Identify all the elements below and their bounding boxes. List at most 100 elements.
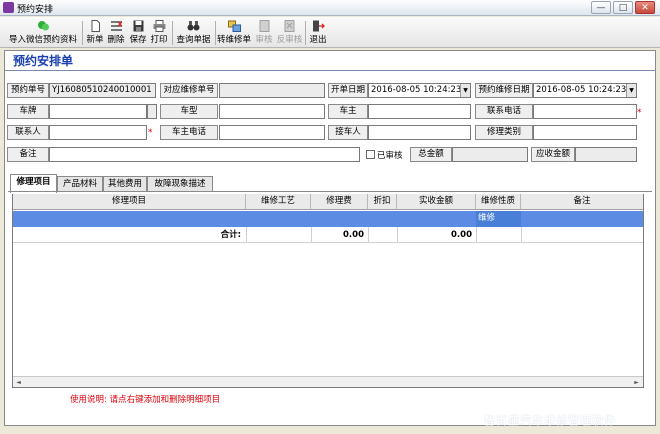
print-label: 打印 — [150, 35, 168, 45]
grid-divider — [476, 227, 477, 243]
total-amount-field[interactable] — [452, 147, 528, 162]
tab-fault-description[interactable]: 故障现象描述 — [147, 176, 213, 192]
binoculars-icon — [187, 21, 200, 31]
receivable-label: 应收金额 — [531, 147, 575, 162]
owner-input[interactable] — [368, 104, 471, 119]
plate-input[interactable] — [49, 104, 147, 119]
booking-no-label: 预约单号 — [7, 83, 49, 98]
owner-label: 车主 — [328, 104, 368, 119]
unapprove-label: 反审核 — [276, 35, 303, 45]
booking-no-field[interactable]: YJ16080510240010001 — [49, 83, 156, 98]
grid-divider — [246, 227, 247, 243]
form-title: 预约安排单 — [13, 54, 74, 68]
convert-button[interactable]: 转维修单 — [217, 20, 251, 46]
tab-other-fees[interactable]: 其他费用 — [103, 176, 147, 192]
grid-header-nature[interactable]: 维修性质 — [476, 194, 521, 210]
save-disk-icon — [133, 20, 143, 32]
booking-repair-date-label: 预约维修日期 — [475, 83, 533, 98]
title-bar: 预约安排 — □ ✕ — [0, 0, 660, 16]
new-button[interactable]: 新单 — [85, 20, 105, 46]
unapprove-button[interactable]: 反审核 — [276, 20, 303, 46]
app-icon — [3, 2, 14, 13]
grid-header-remark[interactable]: 备注 — [521, 194, 643, 210]
open-date-value: 2016-08-05 10:24:23 — [371, 85, 462, 95]
approve-button[interactable]: 审核 — [254, 20, 274, 46]
scroll-right-icon[interactable]: ► — [632, 378, 641, 387]
approved-checkbox[interactable] — [366, 150, 375, 159]
contact-input[interactable] — [49, 125, 147, 140]
save-label: 保存 — [129, 35, 147, 45]
tab-product-materials[interactable]: 产品材料 — [57, 176, 103, 192]
toolbar: 导入微信预约资料 新单 删除 保存 打印 查询单据 转维修单 审核 反审核 退出 — [0, 17, 660, 48]
booking-repair-date-picker[interactable]: 2016-08-05 10:24:23 ▼ — [533, 83, 637, 98]
required-mark: * — [637, 108, 642, 118]
open-date-picker[interactable]: 2016-08-05 10:24:23 ▼ — [368, 83, 471, 98]
toolbar-separator — [305, 21, 306, 45]
repair-no-field[interactable] — [219, 83, 325, 98]
open-date-label: 开单日期 — [328, 83, 368, 98]
plate-lookup-button[interactable] — [147, 104, 157, 119]
usage-hint: 使用说明: 请点右键添加和删除明细项目 — [70, 395, 221, 405]
scroll-left-icon[interactable]: ◄ — [14, 378, 23, 387]
grid-divider — [311, 227, 312, 243]
grid-divider — [397, 227, 398, 243]
required-mark: * — [148, 128, 153, 138]
new-label: 新单 — [86, 35, 104, 45]
total-actual-amount: 0.00 — [451, 230, 472, 240]
approve-label: 审核 — [255, 35, 273, 45]
grid-horizontal-scrollbar[interactable]: ◄ ► — [13, 376, 643, 387]
model-input[interactable] — [219, 104, 325, 119]
model-label: 车型 — [160, 104, 218, 119]
convert-icon — [227, 20, 241, 32]
new-document-icon — [91, 20, 100, 32]
contact-phone-input[interactable] — [533, 104, 637, 119]
exit-button[interactable]: 退出 — [308, 20, 328, 46]
repair-type-input[interactable] — [533, 125, 637, 140]
toolbar-separator — [172, 21, 173, 45]
printer-icon — [153, 20, 165, 32]
toolbar-separator — [82, 21, 83, 45]
grid-header-repair-fee[interactable]: 修理费 — [311, 194, 368, 210]
maximize-button[interactable]: □ — [613, 1, 633, 14]
receiver-input[interactable] — [368, 125, 471, 140]
delete-label: 删除 — [107, 35, 125, 45]
window-title: 预约安排 — [17, 5, 54, 15]
minimize-button[interactable]: — — [591, 1, 611, 14]
receiver-label: 接车人 — [328, 125, 368, 140]
tab-strip-line — [8, 191, 652, 192]
wechat-icon — [37, 21, 49, 31]
chevron-down-icon[interactable]: ▼ — [626, 84, 636, 97]
query-button[interactable]: 查询单据 — [175, 20, 212, 46]
total-row-label: 合计: — [220, 230, 241, 240]
save-button[interactable]: 保存 — [128, 20, 148, 46]
grid-cell-nature[interactable]: 维修 — [476, 211, 521, 227]
owner-phone-input[interactable] — [219, 125, 325, 140]
grid-header-discount[interactable]: 折扣 — [368, 194, 397, 210]
delete-button[interactable]: 删除 — [106, 20, 126, 46]
contact-phone-label: 联系电话 — [475, 104, 533, 119]
watermark: 智百盛汽车维修管理软件 — [484, 414, 616, 427]
repair-no-label: 对应维修单号 — [160, 83, 218, 98]
grid-header-repair-item[interactable]: 修理项目 — [13, 194, 246, 210]
close-button[interactable]: ✕ — [635, 1, 655, 14]
import-wechat-button[interactable]: 导入微信预约资料 — [7, 20, 79, 46]
total-label: 总金额 — [410, 147, 452, 162]
receivable-amount-field[interactable] — [575, 147, 637, 162]
table-row[interactable] — [13, 211, 643, 227]
print-button[interactable]: 打印 — [149, 20, 169, 46]
grid-header-process[interactable]: 维修工艺 — [246, 194, 311, 210]
booking-repair-date-value: 2016-08-05 10:24:23 — [536, 85, 627, 95]
chevron-down-icon[interactable]: ▼ — [460, 84, 470, 97]
grid-header-actual-amount[interactable]: 实收金额 — [397, 194, 476, 210]
exit-label: 退出 — [309, 35, 327, 45]
exit-door-icon — [312, 20, 325, 32]
plate-label: 车牌 — [7, 104, 49, 119]
delete-rows-icon — [110, 21, 122, 31]
remark-input[interactable] — [49, 147, 360, 162]
import-wechat-label: 导入微信预约资料 — [8, 35, 77, 45]
contact-label: 联系人 — [7, 125, 49, 140]
total-repair-fee: 0.00 — [343, 230, 364, 240]
owner-phone-label: 车主电话 — [160, 125, 218, 140]
grid-divider — [521, 227, 522, 243]
approve-icon — [259, 20, 269, 32]
